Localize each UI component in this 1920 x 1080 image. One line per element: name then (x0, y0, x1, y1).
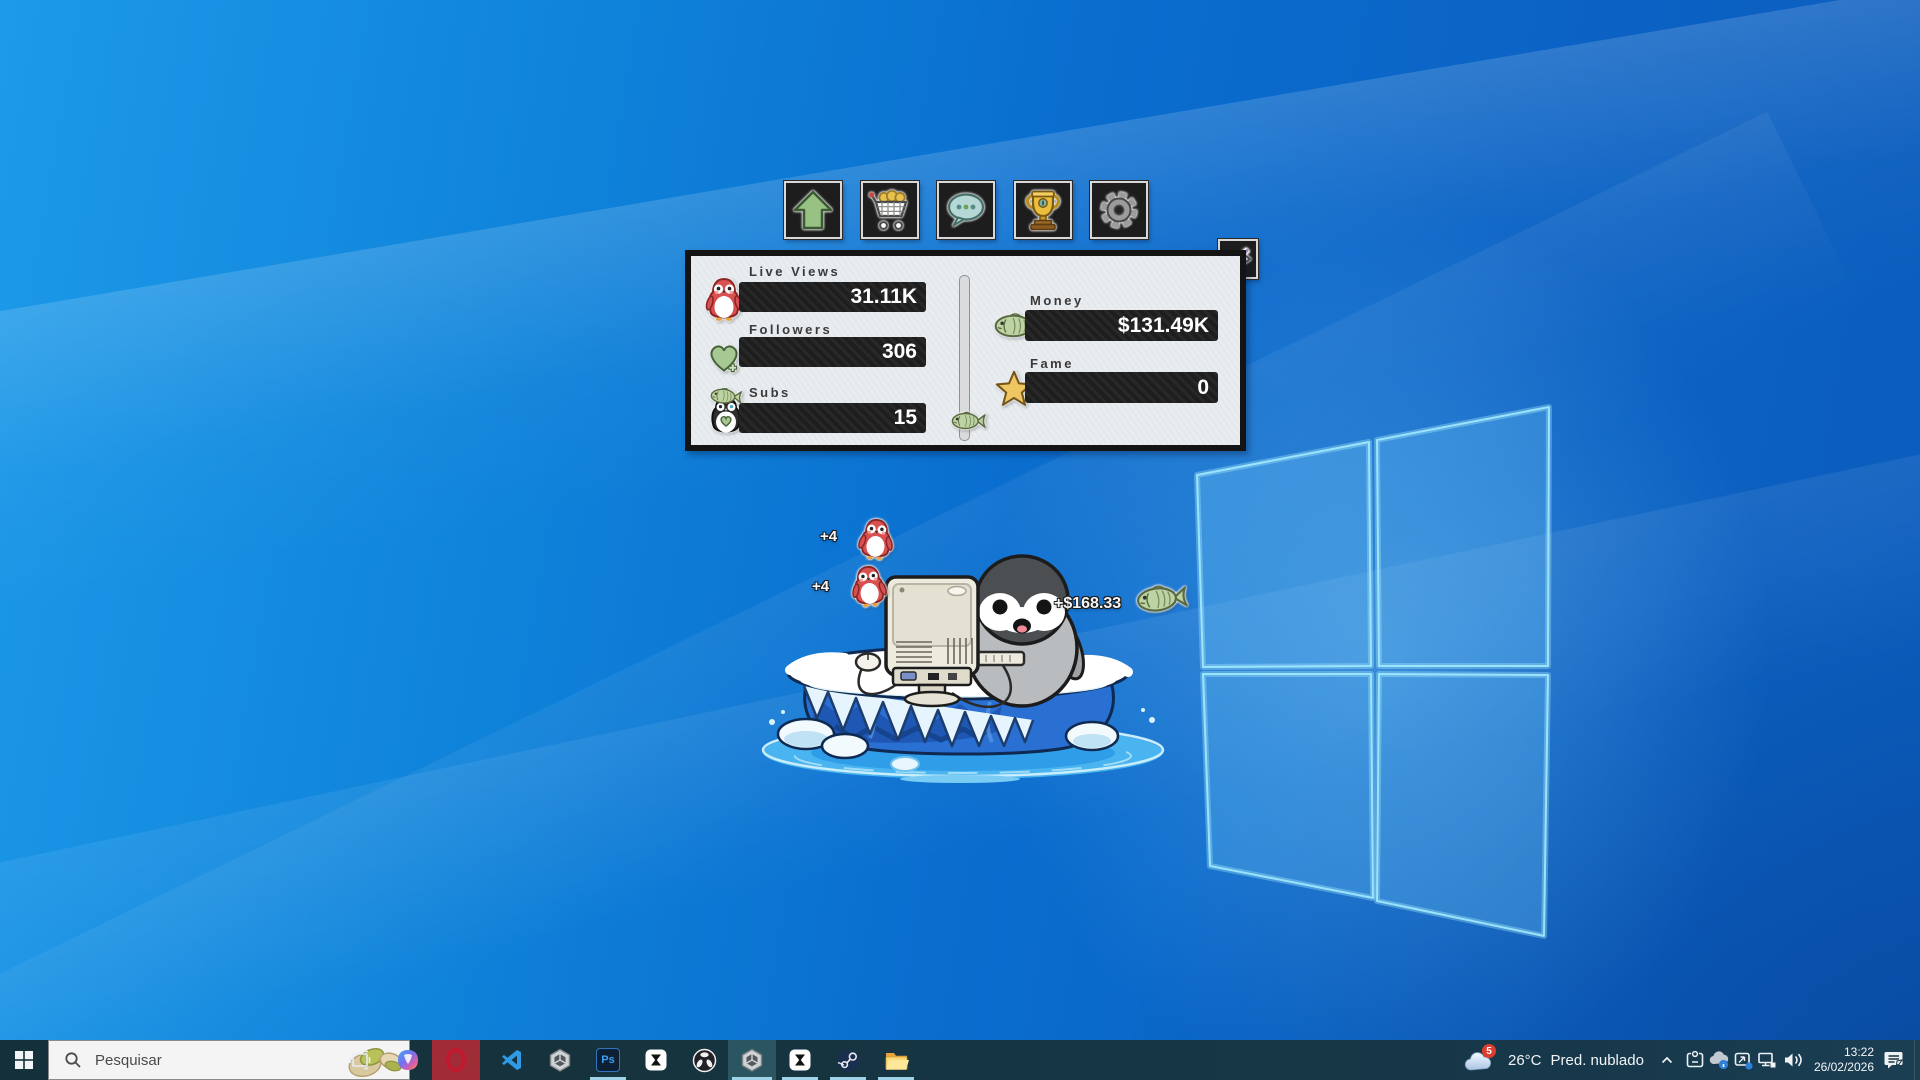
search-icon (63, 1050, 83, 1070)
capcut-button[interactable] (632, 1040, 680, 1080)
unity-icon (740, 1048, 764, 1072)
shop-button[interactable] (861, 181, 919, 239)
up-arrow-icon (791, 188, 835, 232)
weather-temperature: 26°C (1508, 1052, 1542, 1069)
live-views-value: 31.11K (739, 282, 926, 312)
floating-fish-sticker (1137, 583, 1187, 612)
upgrade-button[interactable] (784, 181, 842, 239)
onedrive-cloud-icon (1707, 1049, 1731, 1071)
show-desktop-button[interactable] (1914, 1040, 1920, 1080)
achievements-button[interactable] (1014, 181, 1072, 239)
settings-button[interactable] (1090, 181, 1148, 239)
start-button[interactable] (0, 1040, 48, 1080)
opera-gx-icon (444, 1047, 468, 1073)
file-explorer-button[interactable] (872, 1040, 920, 1080)
slider-fish-handle[interactable] (949, 409, 987, 433)
shopping-cart-icon (868, 188, 912, 232)
obs-studio-button[interactable] (680, 1040, 728, 1080)
unity-icon (548, 1048, 572, 1072)
onedrive-tray-button[interactable] (1706, 1040, 1732, 1080)
unity-active-button[interactable] (728, 1040, 776, 1080)
desktop: Live Views 31.11K Followers 306 Subs 15 … (0, 0, 1920, 1080)
fame-value: 0 (1025, 372, 1218, 403)
capcut-window-button[interactable] (776, 1040, 824, 1080)
unity-button[interactable] (536, 1040, 584, 1080)
floating-penguin-sticker (850, 565, 889, 608)
search-input[interactable] (93, 1051, 317, 1070)
money-gain-text: +$168.33 (1054, 595, 1121, 613)
obs-studio-icon (692, 1048, 717, 1073)
task-view-button[interactable] (336, 1040, 384, 1080)
vscode-icon (500, 1048, 524, 1072)
connect-display-tray-button[interactable] (1730, 1040, 1756, 1080)
network-tray-button[interactable] (1754, 1040, 1780, 1080)
weather-condition: Pred. nublado (1551, 1052, 1644, 1069)
photoshop-button[interactable]: Ps (584, 1040, 632, 1080)
hidden-icons-button[interactable] (1654, 1040, 1680, 1080)
green-heart-icon (706, 340, 742, 376)
weather-widget[interactable]: 5 26°C Pred. nublado (1456, 1040, 1656, 1080)
views-gain-text: +4 (820, 528, 837, 545)
windows-start-icon (15, 1051, 33, 1069)
ethernet-network-icon (1756, 1049, 1778, 1071)
connect-display-icon (1732, 1049, 1754, 1071)
taskbar: Ps (0, 1040, 1920, 1080)
clock-date: 26/02/2026 (1814, 1060, 1874, 1075)
weather-cloud-icon: 5 (1462, 1044, 1500, 1076)
trophy-icon (1021, 187, 1065, 233)
followers-label: Followers (749, 322, 832, 337)
action-center-button[interactable] (1876, 1040, 1912, 1080)
money-label: Money (1030, 293, 1084, 308)
live-views-label: Live Views (749, 264, 840, 279)
gear-icon (1097, 188, 1141, 232)
views-gain-text: +4 (812, 578, 829, 595)
red-penguin-icon (704, 276, 744, 322)
copilot-icon (396, 1048, 420, 1072)
followers-value: 306 (739, 337, 926, 367)
copilot-button[interactable] (384, 1040, 432, 1080)
penguin-scene[interactable] (730, 495, 1210, 805)
money-value: $131.49K (1025, 310, 1218, 341)
subs-label: Subs (749, 385, 791, 400)
subs-value: 15 (739, 403, 926, 433)
notification-icon (1882, 1049, 1906, 1071)
vscode-button[interactable] (488, 1040, 536, 1080)
fame-label: Fame (1030, 356, 1074, 371)
stats-panel: Live Views 31.11K Followers 306 Subs 15 … (685, 250, 1246, 451)
mouse (856, 654, 880, 671)
game-bar-tray-button[interactable] (1682, 1040, 1708, 1080)
chat-button[interactable] (937, 181, 995, 239)
floating-penguin-sticker (857, 519, 895, 561)
capcut-icon (644, 1048, 668, 1072)
opera-gx-button[interactable] (432, 1040, 480, 1080)
game-bar-icon (1684, 1049, 1706, 1071)
steam-button[interactable] (824, 1040, 872, 1080)
capcut-icon (788, 1048, 812, 1072)
task-view-icon (349, 1049, 371, 1071)
speech-bubble-icon (943, 190, 989, 230)
speaker-volume-icon (1781, 1049, 1803, 1071)
weather-alert-badge: 5 (1482, 1044, 1496, 1058)
file-explorer-icon (884, 1049, 909, 1072)
clock-time: 13:22 (1844, 1045, 1874, 1060)
chevron-up-icon (1659, 1052, 1675, 1068)
steam-icon (836, 1048, 861, 1073)
photoshop-icon: Ps (596, 1048, 620, 1072)
taskbar-clock[interactable]: 13:22 26/02/2026 (1802, 1040, 1874, 1080)
